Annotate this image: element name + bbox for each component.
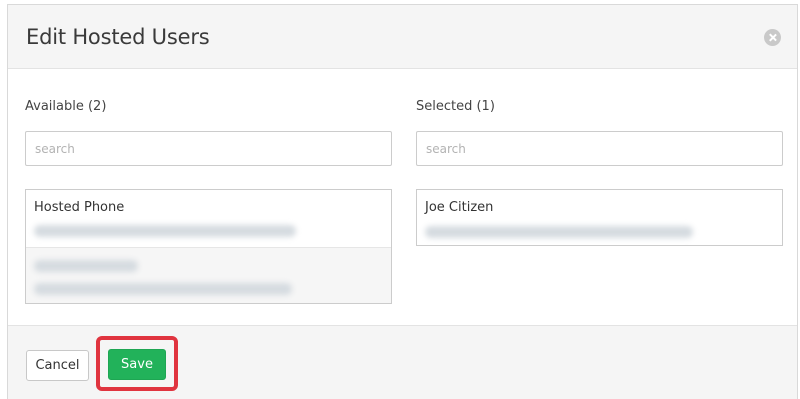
save-button[interactable]: Save	[108, 349, 166, 380]
close-icon[interactable]	[764, 29, 781, 46]
dialog-title: Edit Hosted Users	[26, 25, 210, 49]
available-list-item[interactable]: Hosted Phone	[26, 190, 391, 247]
dialog-footer: Cancel Save	[8, 325, 797, 399]
redacted-detail	[34, 283, 292, 295]
available-users-list: Hosted Phone	[25, 189, 392, 304]
list-item-name: Hosted Phone	[34, 200, 125, 215]
available-label: Available (2)	[25, 99, 107, 114]
cancel-button[interactable]: Cancel	[26, 350, 89, 381]
selected-users-list: Joe Citizen	[416, 189, 783, 246]
selected-search-input[interactable]	[416, 131, 783, 166]
list-item-name: Joe Citizen	[425, 200, 494, 215]
selected-list-item[interactable]: Joe Citizen	[417, 190, 782, 245]
redacted-detail	[34, 225, 296, 237]
dialog-header: Edit Hosted Users	[8, 5, 797, 69]
redacted-detail	[425, 226, 693, 238]
redacted-name	[34, 260, 138, 272]
edit-hosted-users-dialog: Edit Hosted Users Available (2) Selected…	[7, 4, 798, 399]
available-search-input[interactable]	[25, 131, 392, 166]
available-list-item[interactable]	[26, 247, 391, 303]
selected-label: Selected (1)	[416, 99, 495, 114]
dialog-body: Available (2) Selected (1) Hosted Phone …	[8, 69, 797, 325]
